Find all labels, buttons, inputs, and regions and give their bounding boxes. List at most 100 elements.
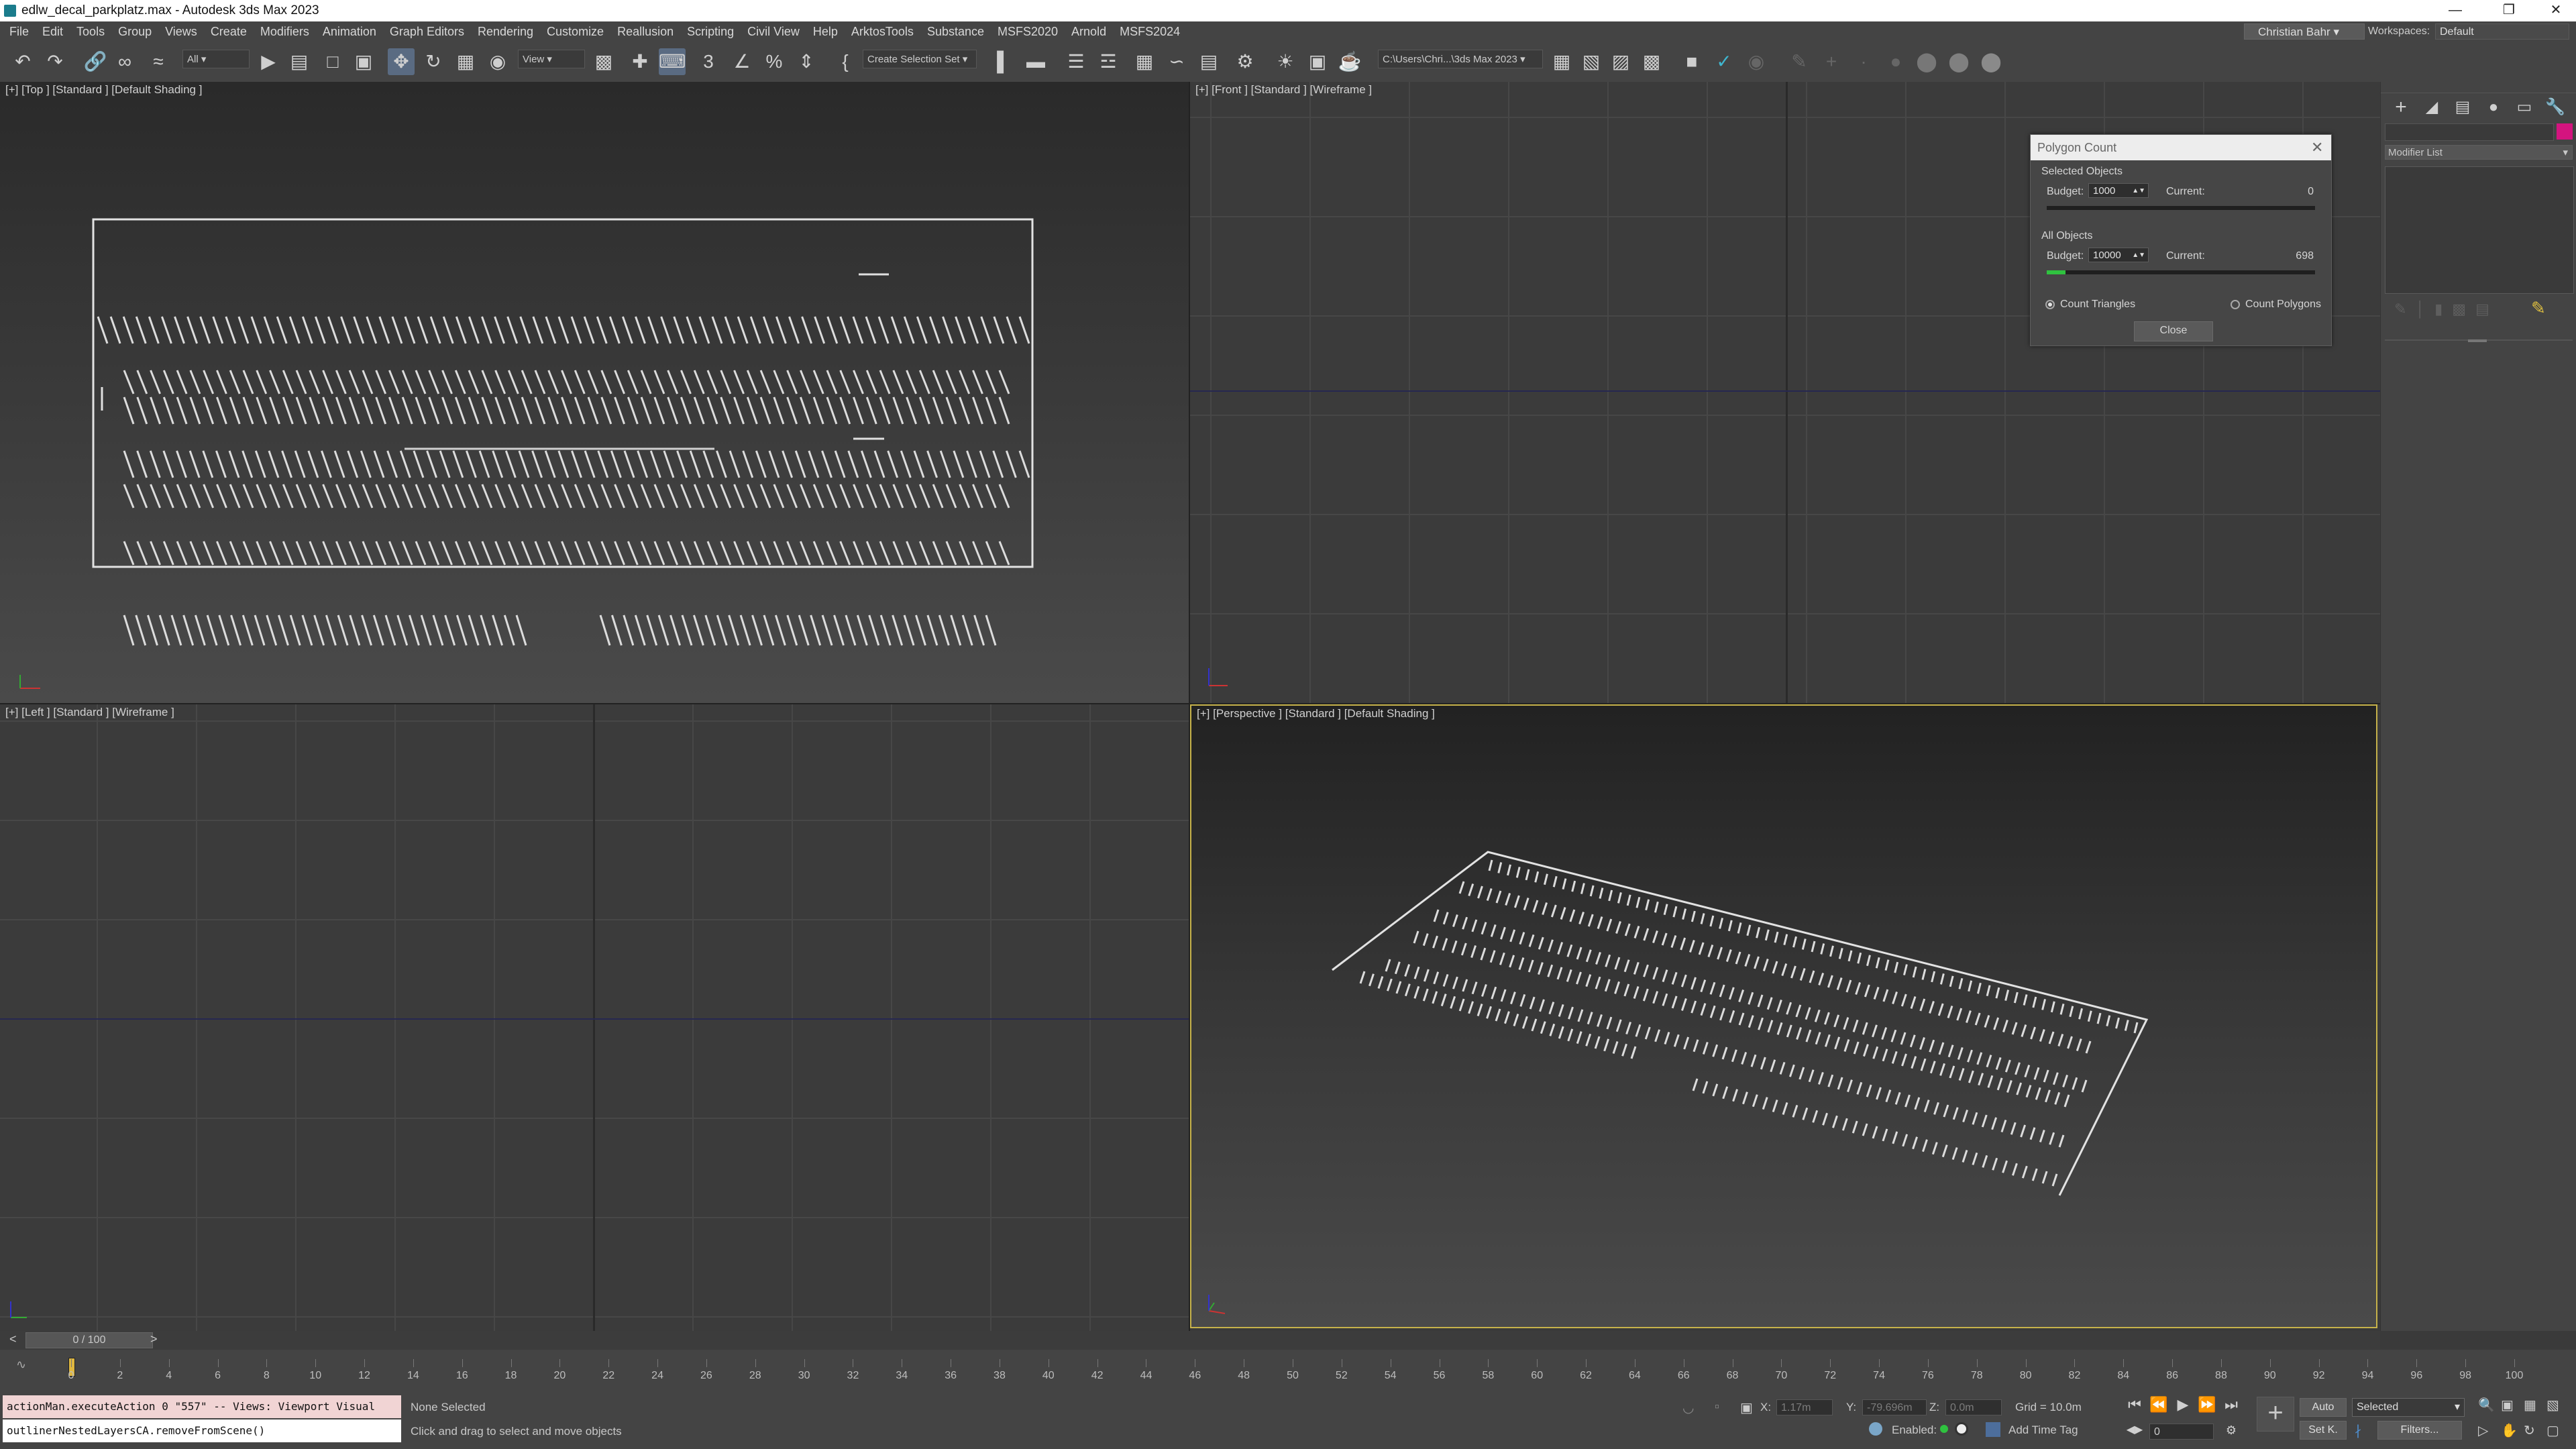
maxscript-listener-output[interactable]: actionMan.executeAction 0 "557" -- Views… bbox=[3, 1395, 401, 1418]
orbit-icon[interactable]: ↻ bbox=[2524, 1422, 2535, 1439]
create-panel-icon[interactable]: + bbox=[2387, 94, 2414, 121]
undo-icon[interactable]: ↶ bbox=[9, 48, 36, 75]
small-circle-icon[interactable]: ● bbox=[1882, 48, 1909, 75]
y-coordinate-field[interactable]: -79.696m bbox=[1862, 1399, 1927, 1415]
zoom-all-icon[interactable]: ▣ bbox=[2501, 1397, 2514, 1413]
go-to-start-icon[interactable]: ⏮ bbox=[2121, 1395, 2148, 1414]
viewport-perspective[interactable]: [+] [Perspective ] [Standard ] [Default … bbox=[1190, 704, 2377, 1328]
select-object-icon[interactable]: ▶ bbox=[255, 48, 282, 75]
modifier-stack[interactable] bbox=[2385, 166, 2574, 294]
object-name-field[interactable] bbox=[2385, 123, 2554, 141]
edit-tool-icon[interactable]: ✎ bbox=[1786, 48, 1813, 75]
material-editor-icon[interactable]: ⚙ bbox=[1232, 48, 1258, 75]
play-icon[interactable]: ▶ bbox=[2169, 1395, 2196, 1414]
sphere-gray-3-icon[interactable]: ⬤ bbox=[1978, 48, 2004, 75]
menu-create[interactable]: Create bbox=[204, 21, 254, 42]
maximize-viewport-icon[interactable]: ▢ bbox=[2546, 1422, 2559, 1439]
hierarchy-panel-icon[interactable]: ▤ bbox=[2449, 94, 2476, 121]
count-triangles-radio[interactable] bbox=[2045, 300, 2055, 309]
time-slider-prev-icon[interactable]: < bbox=[9, 1332, 17, 1346]
motion-panel-icon[interactable]: ● bbox=[2480, 94, 2507, 121]
project-export-icon[interactable]: ▩ bbox=[1638, 48, 1665, 75]
auto-key-button[interactable]: Auto bbox=[2300, 1398, 2347, 1417]
select-manipulate-icon[interactable]: ✚ bbox=[627, 48, 653, 75]
time-configuration-icon[interactable]: ⚙ bbox=[2218, 1421, 2245, 1440]
menu-reallusion[interactable]: Reallusion bbox=[610, 21, 680, 42]
previous-frame-icon[interactable]: ⏪ bbox=[2145, 1395, 2172, 1414]
viewport-left-label[interactable]: [+] [Left ] [Standard ] [Wireframe ] bbox=[5, 706, 174, 719]
restore-button[interactable]: ❐ bbox=[2482, 0, 2536, 21]
selection-filter-dropdown[interactable]: All ▾ bbox=[182, 50, 250, 68]
schematic-view-icon[interactable]: ▤ bbox=[1195, 48, 1222, 75]
menu-edit[interactable]: Edit bbox=[36, 21, 70, 42]
sphere-gray-2-icon[interactable]: ⬤ bbox=[1945, 48, 1972, 75]
project-save-icon[interactable]: ▧ bbox=[1578, 48, 1605, 75]
go-to-end-icon[interactable]: ⏭ bbox=[2218, 1395, 2245, 1414]
menu-group[interactable]: Group bbox=[111, 21, 158, 42]
absolute-mode-icon[interactable]: ▣ bbox=[1740, 1399, 1753, 1416]
stack-tools-icons[interactable]: ✎│▮▩▤ bbox=[2394, 301, 2499, 318]
project-open-icon[interactable]: ▦ bbox=[1548, 48, 1575, 75]
set-key-icon[interactable]: + bbox=[2257, 1397, 2294, 1432]
window-crossing-icon[interactable]: ▣ bbox=[350, 48, 377, 75]
key-filter-dropdown[interactable]: Selected ▾ bbox=[2352, 1398, 2465, 1417]
menu-civil-view[interactable]: Civil View bbox=[741, 21, 806, 42]
key-filters-button[interactable]: Filters... bbox=[2377, 1421, 2462, 1440]
maxscript-listener-input[interactable]: outlinerNestedLayersCA.removeFromScene() bbox=[3, 1419, 401, 1442]
dot-tool-icon[interactable]: · bbox=[1850, 48, 1877, 75]
set-key-button[interactable]: Set K. bbox=[2300, 1421, 2347, 1440]
menu-msfs2024[interactable]: MSFS2024 bbox=[1113, 21, 1187, 42]
redo-icon[interactable]: ↷ bbox=[42, 48, 68, 75]
mirror-icon[interactable]: ▌ bbox=[990, 48, 1017, 75]
named-selection-set-dropdown[interactable]: Create Selection Set ▾ bbox=[863, 50, 977, 68]
menu-modifiers[interactable]: Modifiers bbox=[254, 21, 316, 42]
project-browse-icon[interactable]: ▨ bbox=[1607, 48, 1634, 75]
count-polygons-radio[interactable] bbox=[2231, 300, 2240, 309]
trackbar[interactable]: ∿ 0 2 4 6 8 10 12 14 16 18 20 22 24 26 28 30 32 34 36 38 40 4… bbox=[0, 1350, 2576, 1393]
link-icon[interactable]: 🔗 bbox=[82, 48, 109, 75]
next-frame-icon[interactable]: ⏩ bbox=[2194, 1395, 2220, 1414]
layer-explorer-icon[interactable]: ☲ bbox=[1095, 48, 1122, 75]
x-coordinate-field[interactable]: 1.17m bbox=[1776, 1399, 1833, 1415]
display-panel-icon[interactable]: ▭ bbox=[2511, 94, 2538, 121]
adaptive-degradation-icon[interactable] bbox=[1869, 1422, 1882, 1436]
edit-named-selection-icon[interactable]: { bbox=[832, 48, 859, 75]
selected-budget-spinner[interactable]: 1000 ▲▼ bbox=[2088, 183, 2149, 198]
menu-scripting[interactable]: Scripting bbox=[680, 21, 741, 42]
plus-tool-icon[interactable]: + bbox=[1818, 48, 1845, 75]
minimize-button[interactable]: — bbox=[2428, 0, 2482, 21]
spinner-snap-icon[interactable]: ⇕ bbox=[793, 48, 820, 75]
rectangular-selection-icon[interactable]: □ bbox=[319, 48, 346, 75]
configure-modifier-sets-icon[interactable]: ✎ bbox=[2531, 298, 2546, 319]
key-tangent-icon[interactable]: ∤ bbox=[2355, 1422, 2361, 1439]
add-time-tag-button[interactable]: Add Time Tag bbox=[2008, 1424, 2078, 1437]
unlink-icon[interactable]: ∞ bbox=[111, 48, 138, 75]
selection-lock-icon[interactable]: ▫ bbox=[1715, 1399, 1719, 1415]
utilities-panel-icon[interactable]: 🔧 bbox=[2542, 94, 2569, 121]
zoom-extents-icon[interactable]: ▦ bbox=[2524, 1397, 2536, 1413]
pan-view-icon[interactable]: ✋ bbox=[2501, 1422, 2518, 1439]
menu-help[interactable]: Help bbox=[806, 21, 845, 42]
align-icon[interactable]: ▬ bbox=[1022, 48, 1049, 75]
viewport-front-label[interactable]: [+] [Front ] [Standard ] [Wireframe ] bbox=[1195, 83, 1372, 97]
scene-explorer-icon[interactable]: ☰ bbox=[1063, 48, 1089, 75]
render-setup-icon[interactable]: ☀ bbox=[1272, 48, 1299, 75]
sphere-gray-icon[interactable]: ⬤ bbox=[1913, 48, 1940, 75]
close-window-button[interactable]: ✕ bbox=[2529, 0, 2576, 21]
key-mode-toggle-icon[interactable]: ◀▶ bbox=[2121, 1421, 2148, 1440]
menu-customize[interactable]: Customize bbox=[540, 21, 610, 42]
viewport-top[interactable]: [+] [Top ] [Standard ] [Default Shading … bbox=[0, 82, 1190, 704]
close-icon[interactable]: ✕ bbox=[2311, 139, 2323, 156]
pivot-center-icon[interactable]: ▩ bbox=[590, 48, 617, 75]
zoom-icon[interactable]: 🔍 bbox=[2478, 1397, 2495, 1413]
live-link-icon[interactable] bbox=[1955, 1422, 1968, 1436]
snaps-toggle-icon[interactable]: 3 bbox=[695, 48, 722, 75]
menu-views[interactable]: Views bbox=[158, 21, 204, 42]
close-button[interactable]: Close bbox=[2134, 321, 2213, 341]
time-slider-thumb[interactable]: 0 / 100 bbox=[25, 1332, 153, 1348]
object-color-swatch[interactable] bbox=[2557, 123, 2573, 140]
menu-arnold[interactable]: Arnold bbox=[1065, 21, 1113, 42]
render-production-icon[interactable]: ☕ bbox=[1336, 48, 1363, 75]
all-budget-spinner[interactable]: 10000 ▲▼ bbox=[2088, 248, 2149, 262]
select-by-name-icon[interactable]: ▤ bbox=[286, 48, 313, 75]
